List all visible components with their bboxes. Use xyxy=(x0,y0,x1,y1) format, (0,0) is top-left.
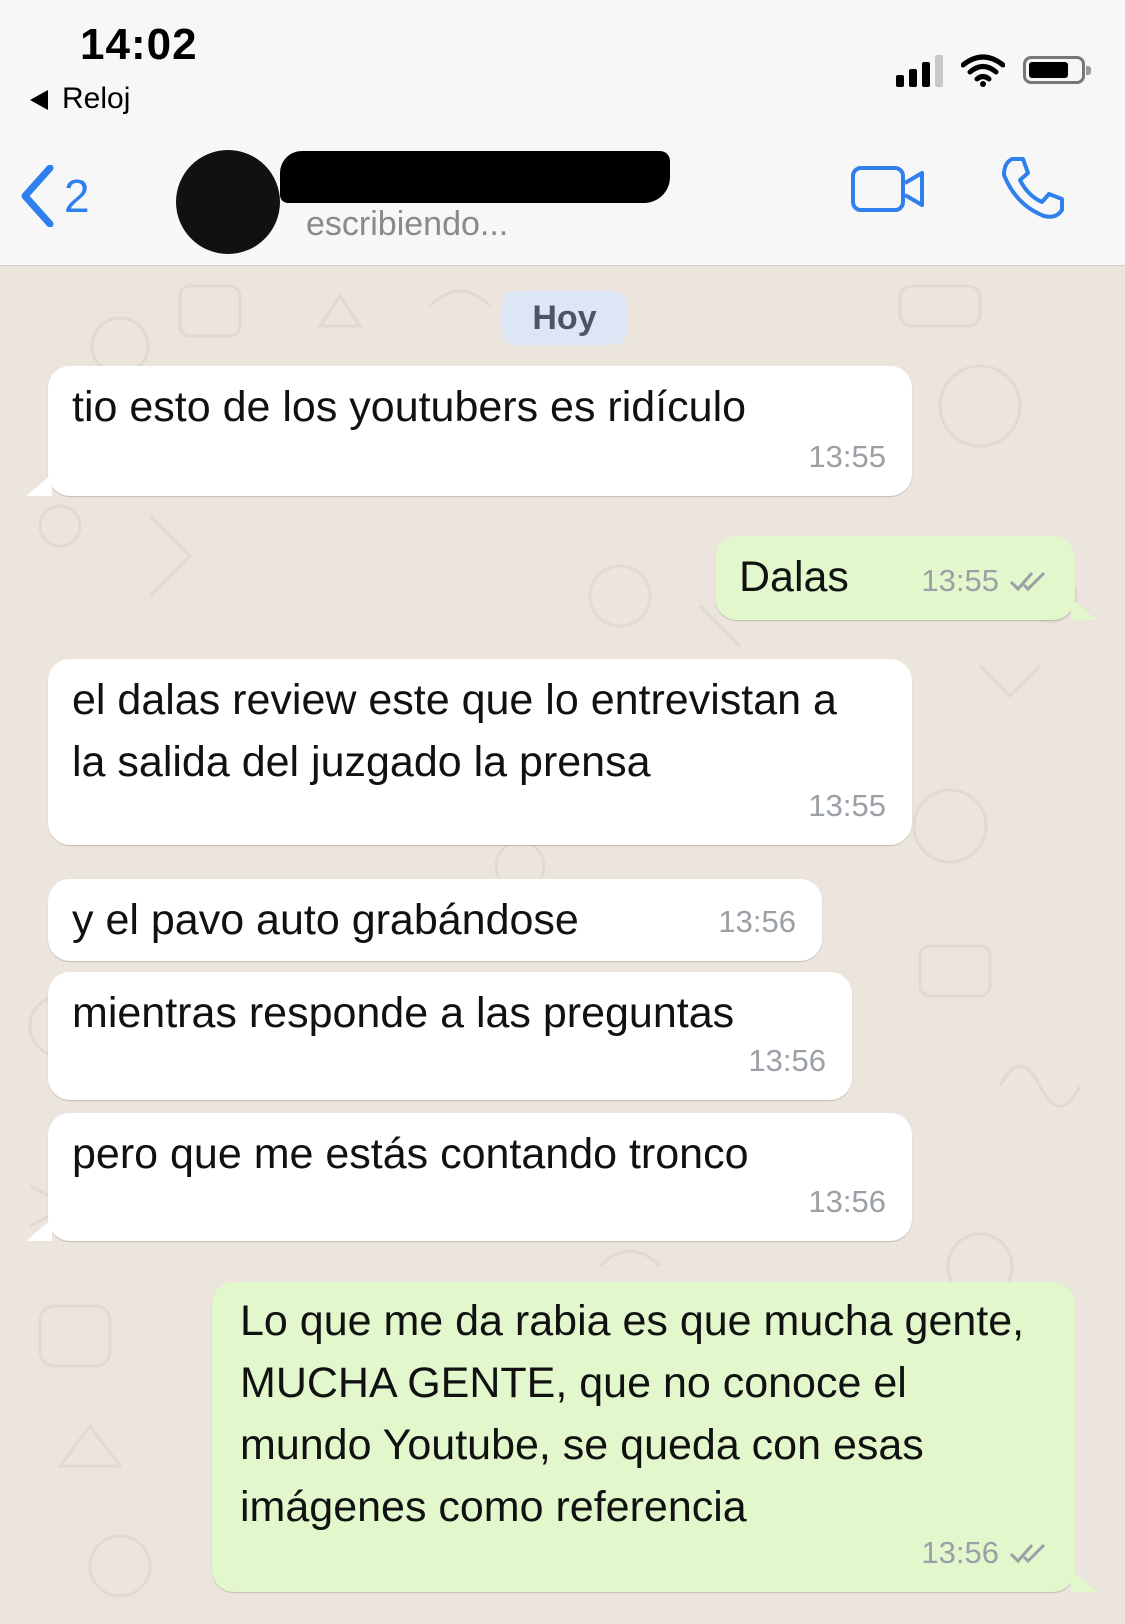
cellular-signal-icon xyxy=(896,53,943,87)
status-bar: 14:02 Reloj xyxy=(0,0,1125,125)
message-bubble-incoming[interactable]: mientras responde a las preguntas 13:56 xyxy=(48,972,852,1100)
message-bubble-outgoing[interactable]: Lo que me da rabia es que mucha gente, M… xyxy=(212,1282,1097,1592)
message-time: 13:56 xyxy=(718,904,796,939)
phone-call-icon[interactable] xyxy=(998,153,1068,223)
wifi-icon xyxy=(961,54,1005,87)
date-separator: Hoy xyxy=(502,291,627,345)
chat-area[interactable]: Hoy tio esto de los youtubers es ridícul… xyxy=(0,266,1125,1624)
bubble-tail xyxy=(1071,598,1097,620)
message-bubble-incoming[interactable]: el dalas review este que lo entrevistan … xyxy=(48,659,912,845)
double-check-icon xyxy=(1009,571,1046,592)
message-time: 13:55 xyxy=(921,563,999,598)
bubble-tail xyxy=(1071,1570,1097,1592)
back-to-app-link[interactable]: Reloj xyxy=(30,82,130,116)
clock: 14:02 xyxy=(80,20,198,69)
message-text: Lo que me da rabia es que mucha gente, M… xyxy=(240,1297,1025,1531)
typing-status: escribiendo... xyxy=(306,205,509,243)
message-time: 13:56 xyxy=(748,1043,826,1078)
status-icons xyxy=(896,50,1091,90)
message-text: mientras responde a las preguntas xyxy=(72,989,735,1037)
back-app-label: Reloj xyxy=(62,82,131,115)
double-check-icon xyxy=(1009,1543,1046,1564)
message-bubble-incoming[interactable]: pero que me estás contando tronco 13:56 xyxy=(26,1113,912,1241)
message-time: 13:56 xyxy=(921,1535,999,1570)
video-call-icon[interactable] xyxy=(850,165,926,213)
bubble-tail xyxy=(26,1219,52,1241)
battery-icon xyxy=(1023,56,1091,84)
message-bubble-outgoing[interactable]: Dalas 13:55 xyxy=(715,536,1097,620)
message-text: y el pavo auto grabándose xyxy=(72,896,579,944)
bubble-tail xyxy=(26,474,52,496)
message-text: tio esto de los youtubers es ridículo xyxy=(72,383,747,431)
contact-name-redacted[interactable] xyxy=(280,151,670,203)
message-time: 13:55 xyxy=(808,788,886,823)
contact-avatar[interactable] xyxy=(176,150,280,254)
message-bubble-incoming[interactable]: tio esto de los youtubers es ridículo 13… xyxy=(26,366,912,496)
unread-count: 2 xyxy=(64,170,90,222)
message-text: pero que me estás contando tronco xyxy=(72,1130,749,1178)
chevron-left-icon xyxy=(21,165,54,227)
message-text: Dalas xyxy=(739,553,849,601)
back-button[interactable]: 2 xyxy=(20,165,90,227)
chat-header: 2 escribiendo... xyxy=(0,125,1125,266)
back-triangle-icon xyxy=(30,90,48,111)
message-text: el dalas review este que lo entrevistan … xyxy=(72,676,837,786)
message-time: 13:56 xyxy=(808,1184,886,1219)
message-bubble-incoming[interactable]: y el pavo auto grabándose 13:56 xyxy=(48,879,822,961)
message-time: 13:55 xyxy=(808,439,886,474)
